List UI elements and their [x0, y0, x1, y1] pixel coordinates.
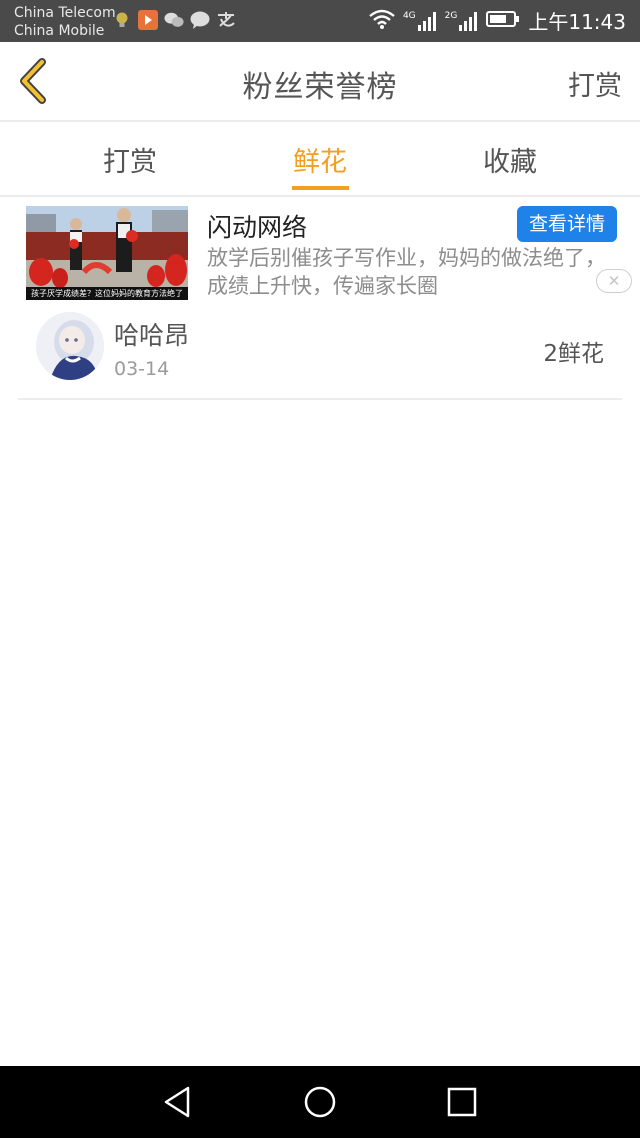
tab-bar: 打赏 鲜花 收藏 [0, 122, 640, 197]
message-icon [190, 10, 210, 30]
divider [18, 398, 622, 400]
ad-photo-image [26, 206, 188, 300]
carrier-labels: China Telecom China Mobile [14, 4, 116, 40]
carrier-2: China Mobile [14, 23, 105, 39]
signal-label-1: 4G [402, 10, 416, 21]
tab-flowers[interactable]: 鲜花 [250, 140, 390, 179]
status-indicators: 4G 2G 上午11:43 [369, 6, 626, 35]
clock: 上午11:43 [528, 10, 626, 34]
nav-back-button[interactable] [160, 1084, 196, 1120]
status-bar: China Telecom China Mobile 4G 2G 上午11:43 [0, 0, 640, 42]
carrier-1: China Telecom [14, 5, 116, 21]
notification-icons [112, 10, 236, 30]
signal-4g-icon: 4G [403, 11, 437, 31]
tab-favorites[interactable]: 收藏 [440, 140, 580, 179]
view-details-button[interactable]: 查看详情 [517, 206, 617, 242]
home-circle-icon [304, 1086, 336, 1118]
nav-home-button[interactable] [302, 1084, 338, 1120]
ad-thumbnail[interactable]: 孩子厌学成绩差？这位妈妈的教育方法绝了 [26, 206, 188, 300]
tab-reward[interactable]: 打赏 [60, 140, 200, 179]
ad-banner[interactable]: 孩子厌学成绩差？这位妈妈的教育方法绝了 闪动网络 放学后别催孩子写作业，妈妈的做… [0, 196, 640, 302]
bulb-icon [112, 10, 132, 30]
alipay-icon [216, 10, 236, 30]
reward-button[interactable]: 打赏 [568, 64, 622, 103]
signal-2g-icon: 2G [445, 11, 479, 31]
page-title: 粉丝荣誉榜 [242, 70, 398, 105]
ad-title[interactable]: 闪动网络 [207, 208, 307, 244]
flower-count: 2鲜花 [543, 341, 604, 367]
recents-square-icon [447, 1087, 477, 1117]
active-tab-indicator [292, 186, 349, 190]
back-triangle-icon [164, 1086, 190, 1118]
ad-description[interactable]: 放学后别催孩子写作业，妈妈的做法绝了，成绩上升快，传遍家长圈 [207, 244, 607, 300]
close-icon: ✕ [607, 272, 621, 290]
battery-icon [486, 10, 520, 32]
wifi-icon [369, 9, 395, 33]
avatar-image [36, 312, 104, 380]
user-name: 哈哈昂 [114, 321, 190, 350]
nav-recents-button[interactable] [444, 1084, 480, 1120]
ad-close-button[interactable]: ✕ [596, 269, 632, 293]
navigation-bar [0, 1066, 640, 1138]
play-icon [138, 10, 158, 30]
ad-thumb-caption: 孩子厌学成绩差？这位妈妈的教育方法绝了 [26, 287, 188, 300]
wechat-icon [164, 10, 184, 30]
user-date: 03-14 [114, 358, 170, 380]
signal-label-2: 2G [444, 10, 458, 21]
avatar[interactable] [36, 312, 104, 380]
title-bar: 粉丝荣誉榜 打赏 [0, 42, 640, 122]
list-item[interactable]: 哈哈昂 03-14 2鲜花 [0, 304, 640, 400]
